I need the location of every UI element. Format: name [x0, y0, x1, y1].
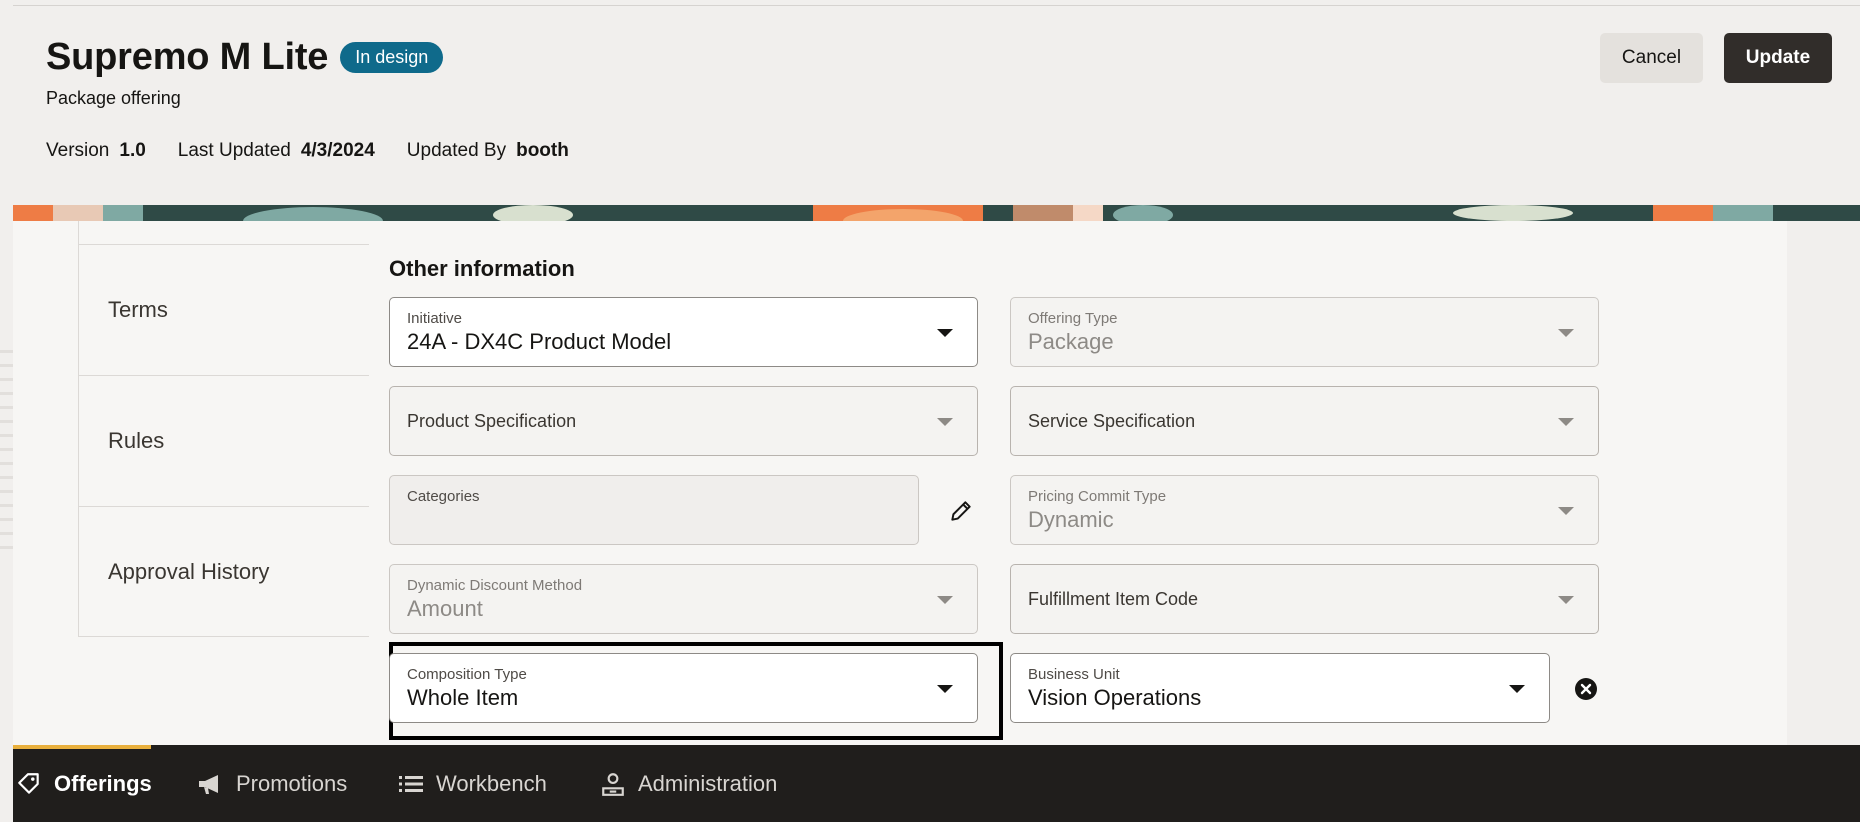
field-label: Business Unit	[1028, 666, 1120, 683]
side-nav-item-approval-history[interactable]: Approval History	[79, 507, 369, 637]
field-label: Composition Type	[407, 666, 527, 683]
nav-item-label: Promotions	[236, 770, 348, 796]
pencil-icon[interactable]	[948, 498, 974, 524]
chevron-down-icon[interactable]	[1558, 418, 1574, 426]
status-badge: In design	[340, 42, 444, 73]
chevron-down-icon	[1558, 507, 1574, 515]
nav-item-workbench[interactable]: Workbench	[398, 745, 547, 822]
offering-type-select: Offering Type Package	[1010, 297, 1599, 367]
field-label: Offering Type	[1028, 310, 1118, 327]
left-edge	[0, 0, 13, 745]
banner-pattern	[13, 205, 1773, 221]
admin-icon	[602, 772, 624, 796]
tag-icon	[18, 772, 39, 794]
cancel-button[interactable]: Cancel	[1600, 33, 1703, 83]
chevron-down-icon[interactable]	[937, 418, 953, 426]
nav-item-label: Administration	[638, 770, 778, 796]
side-nav: Terms Rules Approval History	[78, 221, 369, 637]
meta-value: 4/3/2024	[300, 140, 375, 161]
page-subtitle: Package offering	[46, 88, 181, 108]
nav-item-promotions[interactable]: Promotions	[196, 745, 347, 822]
side-nav-label: Terms	[108, 297, 168, 322]
meta-updated-by: Updated By booth	[407, 140, 569, 162]
nav-item-label: Workbench	[436, 770, 547, 796]
service-specification-select[interactable]: Service Specification	[1010, 386, 1599, 456]
meta-label: Updated By	[406, 140, 507, 161]
bottom-nav: Offerings Promotions Workbench Administr…	[13, 745, 1860, 822]
meta-value: booth	[516, 140, 569, 161]
nav-item-offerings[interactable]: Offerings	[16, 745, 152, 822]
decorative-banner	[13, 205, 1860, 221]
chevron-down-icon	[1558, 329, 1574, 337]
field-value: Package	[1028, 329, 1114, 354]
fulfillment-item-code-select[interactable]: Fulfillment Item Code	[1010, 564, 1599, 634]
meta-label: Last Updated	[177, 140, 291, 161]
side-nav-item-terms[interactable]: Terms	[79, 245, 369, 376]
dynamic-discount-method-select: Dynamic Discount Method Amount	[389, 564, 978, 634]
side-nav-spacer	[79, 221, 369, 245]
field-label: Pricing Commit Type	[1028, 488, 1167, 505]
chevron-down-icon[interactable]	[1509, 685, 1525, 693]
section-title: Other information	[389, 256, 575, 281]
field-label: Categories	[407, 488, 480, 505]
chevron-down-icon[interactable]	[937, 685, 953, 693]
page-title: Supremo M Lite	[46, 36, 329, 78]
composition-type-select[interactable]: Composition Type Whole Item	[389, 653, 978, 723]
clear-icon[interactable]	[1574, 677, 1598, 701]
list-icon	[399, 775, 423, 792]
field-value: Vision Operations	[1028, 685, 1202, 710]
page-header: Supremo M Lite In design Package offerin…	[13, 5, 1860, 205]
meta-label: Version	[46, 140, 110, 161]
background-stripes	[0, 350, 13, 550]
meta-last-updated: Last Updated 4/3/2024	[178, 140, 375, 162]
business-unit-select[interactable]: Business Unit Vision Operations	[1010, 653, 1550, 723]
side-nav-label: Rules	[108, 428, 165, 453]
initiative-select[interactable]: Initiative 24A - DX4C Product Model	[389, 297, 978, 367]
field-label: Fulfillment Item Code	[1028, 589, 1199, 609]
field-label: Product Specification	[407, 411, 577, 431]
nav-item-administration[interactable]: Administration	[600, 745, 777, 822]
categories-field: Categories	[389, 475, 919, 545]
chevron-down-icon[interactable]	[1558, 596, 1574, 604]
nav-item-label: Offerings	[54, 770, 152, 796]
side-nav-label: Approval History	[108, 558, 270, 584]
field-value: Amount	[407, 596, 483, 621]
update-button[interactable]: Update	[1724, 33, 1832, 83]
product-specification-select[interactable]: Product Specification	[389, 386, 978, 456]
chevron-down-icon	[937, 596, 953, 604]
field-value: Dynamic	[1028, 507, 1114, 532]
megaphone-icon	[199, 774, 218, 794]
chevron-down-icon[interactable]	[937, 329, 953, 337]
meta-version: Version 1.0	[46, 140, 146, 162]
pricing-commit-type-select: Pricing Commit Type Dynamic	[1010, 475, 1599, 545]
main-content: Terms Rules Approval History Other infor…	[13, 221, 1787, 745]
side-nav-item-rules[interactable]: Rules	[79, 376, 369, 507]
field-value: 24A - DX4C Product Model	[407, 329, 672, 354]
field-label: Initiative	[407, 310, 463, 327]
meta-value: 1.0	[119, 140, 146, 161]
meta-row: Version 1.0 Last Updated 4/3/2024 Updated …	[46, 140, 601, 162]
field-label: Dynamic Discount Method	[407, 577, 583, 594]
title-row: Supremo M Lite In design	[46, 36, 444, 79]
field-label: Service Specification	[1028, 411, 1196, 431]
field-value: Whole Item	[407, 685, 519, 710]
